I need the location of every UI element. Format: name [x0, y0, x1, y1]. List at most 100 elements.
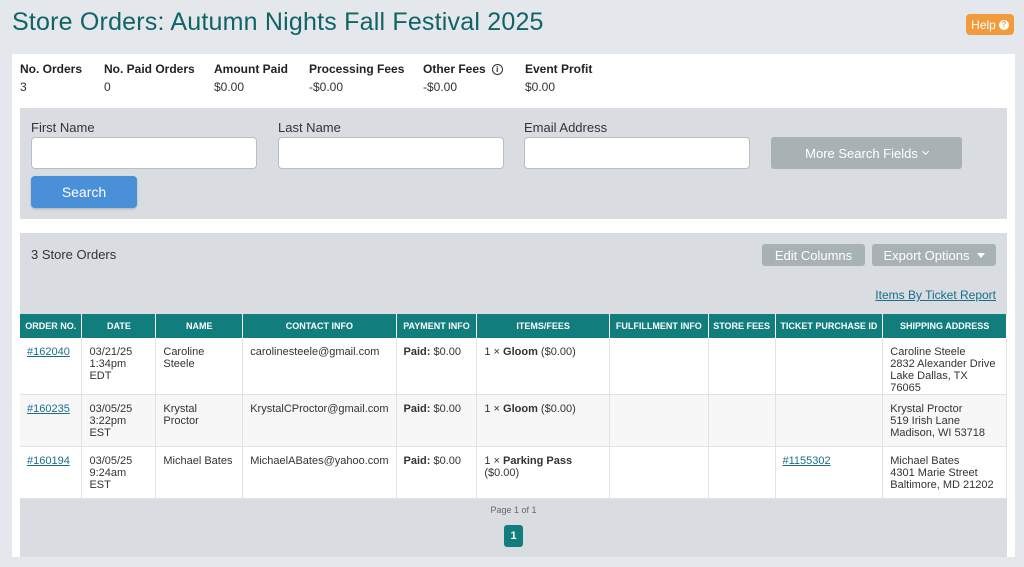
- paid-label: Paid:: [403, 455, 431, 467]
- column-header[interactable]: Fulfillment Info: [609, 314, 709, 338]
- chevron-down-icon: [921, 147, 929, 156]
- first-name-input[interactable]: [31, 137, 257, 169]
- stat-label: Event Profit: [525, 62, 593, 76]
- column-header[interactable]: Ticket Purchase ID: [775, 314, 884, 338]
- ticket-id-cell: [775, 394, 884, 447]
- item-price: ($0.00): [484, 467, 520, 479]
- contact-cell: MichaelABates@yahoo.com: [242, 446, 397, 499]
- fulfillment-cell: [609, 446, 709, 499]
- shipping-cell: Michael Bates 4301 Marie Street Baltimore,…: [882, 446, 1007, 499]
- stat-other-fees: Other Fees i -$0.00: [423, 62, 525, 94]
- table-row: #160235 03/05/25 3:22pm EST Krystal Proct…: [20, 394, 1007, 447]
- items-cell: 1 × Parking Pass ($0.00): [476, 446, 610, 499]
- store-fees-cell: [708, 394, 776, 447]
- stat-no-paid-orders: No. Paid Orders 0: [104, 62, 214, 94]
- time: 1:34pm EDT: [89, 358, 127, 382]
- order-no-cell: #162040: [20, 338, 83, 395]
- email-input[interactable]: [524, 137, 750, 169]
- item-price: ($0.00): [540, 346, 576, 358]
- stat-value: $0.00: [214, 80, 245, 94]
- orders-table: Order No. Date Name Contact Info Payment…: [20, 314, 1007, 499]
- ticket-id-cell: #1155302: [775, 446, 884, 499]
- stat-no-orders: No. Orders 3: [20, 62, 104, 94]
- edit-columns-button[interactable]: Edit Columns: [762, 244, 865, 266]
- ship-name: Caroline Steele: [890, 346, 966, 358]
- pagination-label: Page 1 of 1: [490, 505, 537, 515]
- ship-street: 2832 Alexander Drive: [890, 358, 996, 370]
- page-title: Store Orders: Autumn Nights Fall Festiva…: [12, 8, 544, 36]
- column-header[interactable]: Shipping Address: [882, 314, 1007, 338]
- column-header[interactable]: Date: [81, 314, 157, 338]
- payment-cell: Paid: $0.00: [396, 446, 478, 499]
- caret-down-icon: [976, 252, 985, 258]
- more-search-fields-label: More Search Fields: [805, 145, 918, 161]
- ship-name: Krystal Proctor: [890, 403, 963, 415]
- stat-event-profit: Event Profit $0.00: [525, 62, 615, 94]
- stat-value: $0.00: [525, 80, 556, 94]
- column-header[interactable]: Order No.: [20, 314, 83, 338]
- stat-label: No. Paid Orders: [104, 62, 195, 76]
- last-name-label: Last Name: [278, 120, 341, 135]
- column-header[interactable]: Items/Fees: [476, 314, 610, 338]
- table-row: #162040 03/21/25 1:34pm EDT Caroline Stee…: [20, 338, 1007, 395]
- item-qty: 1 ×: [484, 403, 500, 415]
- search-panel: First Name Last Name Email Address More …: [20, 108, 1007, 219]
- column-header[interactable]: Name: [155, 314, 244, 338]
- stat-amount-paid: Amount Paid $0.00: [214, 62, 309, 94]
- stats-bar: No. Orders 3 No. Paid Orders 0 Amount Pa…: [20, 62, 615, 94]
- ship-name: Michael Bates: [890, 455, 960, 467]
- ship-city: Baltimore, MD 21202: [890, 479, 994, 491]
- date: 03/05/25: [89, 455, 133, 467]
- last-name-input[interactable]: [278, 137, 504, 169]
- contact-cell: KrystalCProctor@gmail.com: [242, 394, 397, 447]
- email-label: Email Address: [524, 120, 608, 135]
- paid-value: $0.00: [433, 403, 462, 415]
- time: 3:22pm EST: [89, 415, 127, 439]
- name-cell: Caroline Steele: [155, 338, 244, 395]
- orders-count: 3 Store Orders: [31, 247, 117, 262]
- date: 03/05/25: [89, 403, 133, 415]
- order-no-cell: #160194: [20, 446, 83, 499]
- first-name-label: First Name: [31, 120, 95, 135]
- export-options-label: Export Options: [883, 247, 970, 263]
- stat-label: No. Orders: [20, 62, 83, 76]
- order-link[interactable]: #160235: [27, 403, 70, 415]
- date: 03/21/25: [89, 346, 133, 358]
- order-link[interactable]: #160194: [27, 455, 70, 467]
- search-button[interactable]: Search: [31, 176, 137, 208]
- store-fees-cell: [708, 446, 776, 499]
- stat-value: -$0.00: [309, 80, 344, 94]
- date-cell: 03/05/25 9:24am EST: [81, 446, 157, 499]
- column-header[interactable]: Store Fees: [708, 314, 776, 338]
- order-no-cell: #160235: [20, 394, 83, 447]
- fulfillment-cell: [609, 338, 709, 395]
- table-row: #160194 03/05/25 9:24am EST Michael Bates…: [20, 446, 1007, 499]
- column-header[interactable]: Contact Info: [242, 314, 397, 338]
- stat-label-row: Other Fees i: [423, 62, 525, 76]
- item-price: ($0.00): [540, 403, 576, 415]
- info-icon[interactable]: i: [491, 63, 503, 75]
- name-cell: Krystal Proctor: [155, 394, 244, 447]
- main-panel: No. Orders 3 No. Paid Orders 0 Amount Pa…: [12, 54, 1015, 557]
- date-cell: 03/21/25 1:34pm EDT: [81, 338, 157, 395]
- order-link[interactable]: #162040: [27, 346, 70, 358]
- ship-city: Lake Dallas, TX 76065: [890, 370, 968, 394]
- paid-label: Paid:: [403, 346, 431, 358]
- ticket-id-cell: [775, 338, 884, 395]
- store-fees-cell: [708, 338, 776, 395]
- ticket-purchase-link[interactable]: #1155302: [783, 455, 831, 467]
- name-cell: Michael Bates: [155, 446, 244, 499]
- paid-value: $0.00: [433, 346, 462, 358]
- ship-city: Madison, WI 53718: [890, 427, 986, 439]
- items-cell: 1 × Gloom ($0.00): [476, 338, 610, 395]
- stat-value: -$0.00: [423, 80, 458, 94]
- column-header[interactable]: Payment Info: [396, 314, 478, 338]
- export-options-button[interactable]: Export Options: [872, 244, 996, 266]
- items-by-ticket-report-link[interactable]: Items By Ticket Report: [875, 288, 996, 302]
- page-button-current[interactable]: 1: [504, 525, 523, 547]
- help-button[interactable]: Help ?: [966, 14, 1014, 35]
- help-label: Help: [971, 17, 996, 32]
- more-search-fields-button[interactable]: More Search Fields: [771, 137, 962, 169]
- item-name: Gloom: [503, 403, 538, 415]
- items-cell: 1 × Gloom ($0.00): [476, 394, 610, 447]
